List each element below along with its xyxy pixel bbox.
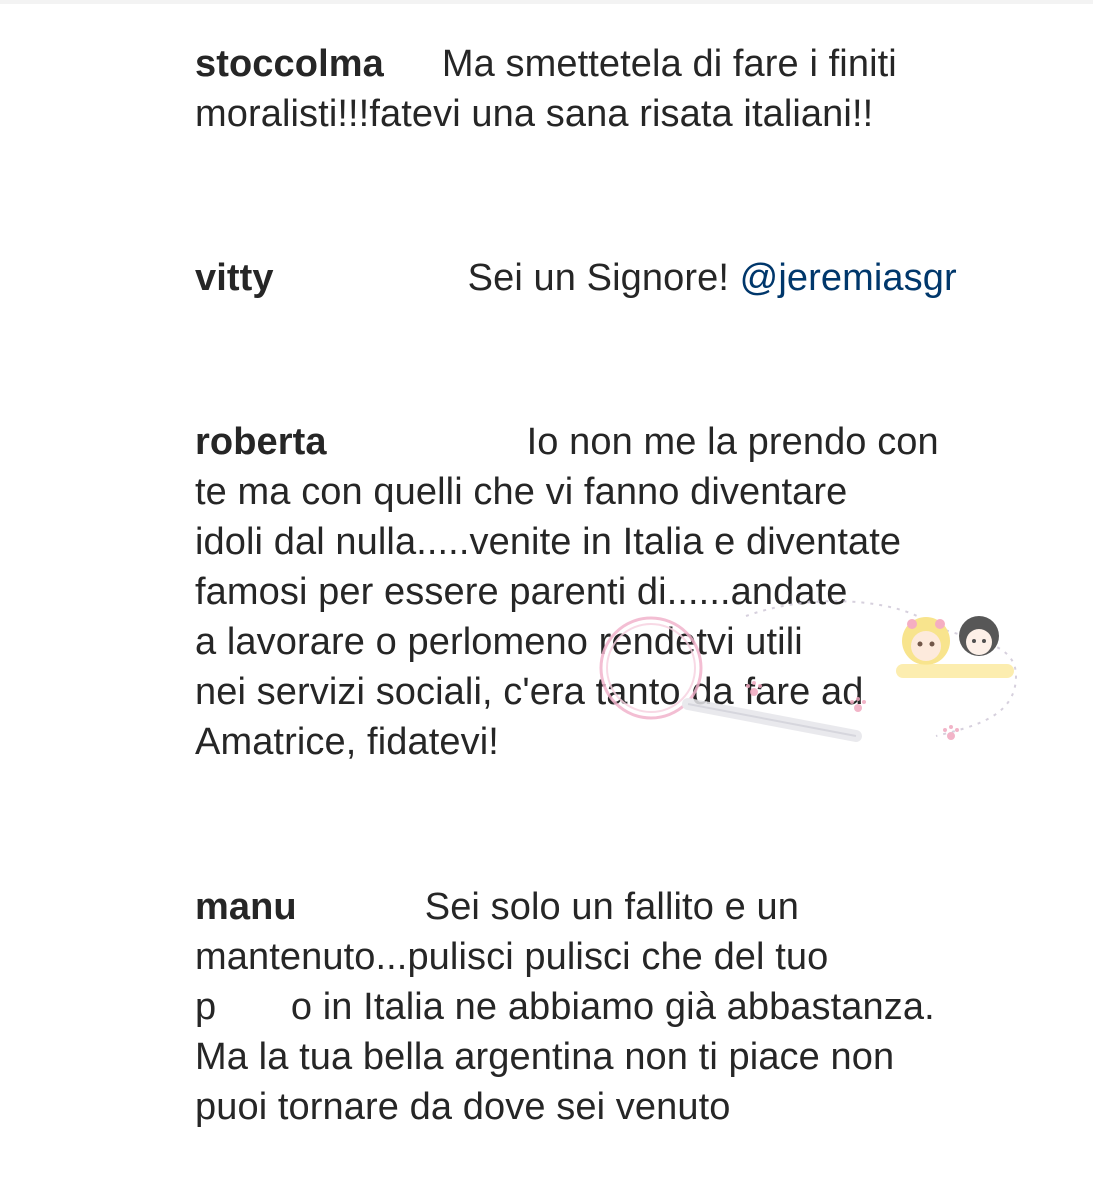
comment-text-line: Ma la tua bella argentina non ti piace n… bbox=[195, 1036, 895, 1078]
comment-username[interactable]: roberta bbox=[195, 417, 327, 467]
comment-text-line: Ma smettetela di fare i finiti bbox=[441, 43, 897, 85]
comment-vitty: vitty Sei un Signore! @jeremiasgr bbox=[195, 253, 1015, 303]
comment-text-line: Io non me la prendo con bbox=[526, 421, 939, 463]
comment-username[interactable]: stoccolma bbox=[195, 39, 384, 89]
comment-text-line: moralisti!!!fatevi una sana risata itali… bbox=[195, 93, 874, 135]
watermark-logo bbox=[599, 600, 1018, 742]
comment-stoccolma: stoccolma Ma smettetela di fare i finiti … bbox=[195, 39, 1015, 139]
comment-username[interactable]: vitty bbox=[195, 253, 274, 303]
comment-text: Sei un Signore! bbox=[467, 257, 740, 299]
comment-text-line: te ma con quelli che vi fanno diventare bbox=[195, 471, 848, 513]
comment-manu: manu Sei solo un fallito e un mantenuto..… bbox=[195, 882, 1015, 1132]
comment-text-line: idoli dal nulla.....venite in Italia e d… bbox=[195, 521, 902, 563]
comment-text-line: puoi tornare da dove sei venuto bbox=[195, 1086, 731, 1128]
comment-text-line: mantenuto...pulisci pulisci che del tuo bbox=[195, 936, 829, 978]
mention-link[interactable]: @jeremiasgr bbox=[740, 257, 957, 299]
comment-text-line: Sei solo un fallito e un bbox=[424, 886, 799, 928]
comment-username[interactable]: manu bbox=[195, 882, 297, 932]
top-edge bbox=[0, 0, 1093, 4]
comment-text-line: p o in Italia ne abbiamo già abbastanza. bbox=[195, 986, 935, 1028]
